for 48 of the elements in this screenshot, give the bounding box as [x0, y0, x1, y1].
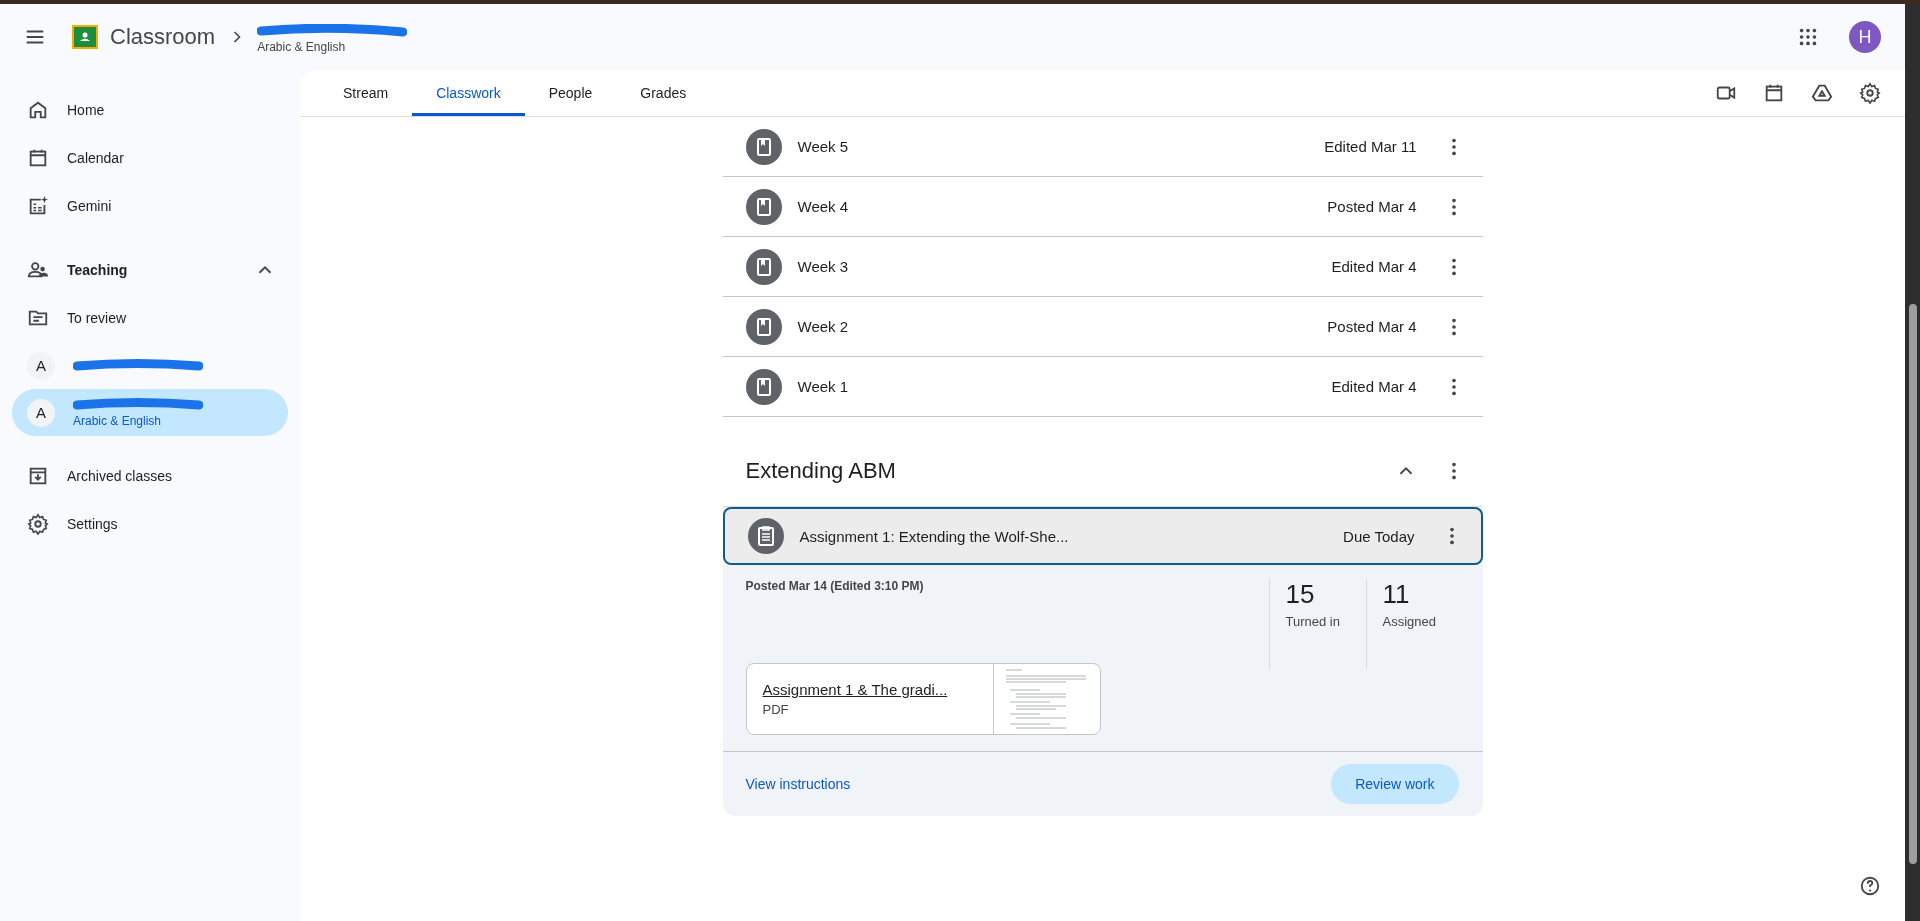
material-row[interactable]: Week 2 Posted Mar 4	[722, 297, 1483, 357]
tab[interactable]: People	[524, 70, 617, 116]
class-avatar: A	[27, 351, 55, 380]
stat-label: Turned in	[1285, 614, 1341, 629]
review-work-button[interactable]: Review work	[1331, 764, 1459, 804]
material-row[interactable]: Week 3 Edited Mar 4	[722, 237, 1483, 297]
material-row[interactable]: Week 1 Edited Mar 4	[722, 357, 1483, 417]
teaching-section-header[interactable]: Teaching	[0, 246, 300, 294]
sidebar-item[interactable]: Archived classes	[0, 452, 300, 500]
assignment-row[interactable]: Assignment 1: Extending the Wolf-She... Due Today	[722, 507, 1483, 565]
material-status: Edited Mar 4	[1331, 378, 1417, 395]
class-avatar: A	[27, 398, 55, 427]
class-subtitle: Arabic & English	[73, 413, 163, 428]
material-title: Week 4	[797, 198, 850, 215]
view-instructions-link[interactable]: View instructions	[745, 776, 851, 792]
material-row[interactable]: Week 5 Edited Mar 11	[722, 117, 1483, 177]
account-avatar[interactable]: H	[1849, 21, 1881, 53]
material-title: Week 2	[797, 318, 850, 335]
attachment-type: PDF	[762, 702, 790, 717]
tab[interactable]: Classwork	[412, 70, 525, 116]
tab[interactable]: Grades	[616, 70, 711, 116]
class-item[interactable]: A	[12, 342, 288, 389]
material-row[interactable]: Week 4 Posted Mar 4	[722, 177, 1483, 237]
material-status: Edited Mar 4	[1331, 258, 1417, 275]
material-status: Posted Mar 4	[1327, 318, 1417, 335]
class-item[interactable]: A Arabic & English	[12, 389, 288, 436]
app-name[interactable]: Classroom	[110, 24, 216, 50]
stat-value: 11	[1382, 579, 1411, 610]
tab[interactable]: Stream	[319, 70, 413, 116]
sidebar-item[interactable]: Home	[0, 86, 300, 134]
sidebar-item[interactable]: Calendar	[0, 134, 300, 182]
due-status: Due Today	[1343, 527, 1415, 545]
sidebar-item[interactable]: Gemini	[0, 182, 300, 230]
material-status: Edited Mar 11	[1324, 138, 1417, 155]
class-subtitle: Arabic & English	[257, 40, 347, 54]
sidebar-item[interactable]: To review	[0, 294, 300, 342]
sidebar-item[interactable]: Settings	[0, 500, 300, 548]
material-title: Week 3	[797, 258, 850, 275]
stat-value: 15	[1285, 579, 1316, 610]
posted-date: Posted Mar 14 (Edited 3:10 PM)	[745, 579, 925, 593]
material-title: Week 5	[797, 138, 850, 155]
topic-title: Extending ABM	[745, 457, 897, 484]
attachment-card[interactable]: Assignment 1 & The gradi... PDF	[745, 663, 1101, 735]
material-title: Week 1	[797, 378, 850, 395]
assignment-title: Assignment 1: Extending the Wolf-She...	[799, 527, 1070, 545]
material-status: Posted Mar 4	[1327, 198, 1417, 215]
stat-label: Assigned	[1382, 614, 1437, 629]
attachment-title[interactable]: Assignment 1 & The gradi...	[762, 681, 993, 698]
